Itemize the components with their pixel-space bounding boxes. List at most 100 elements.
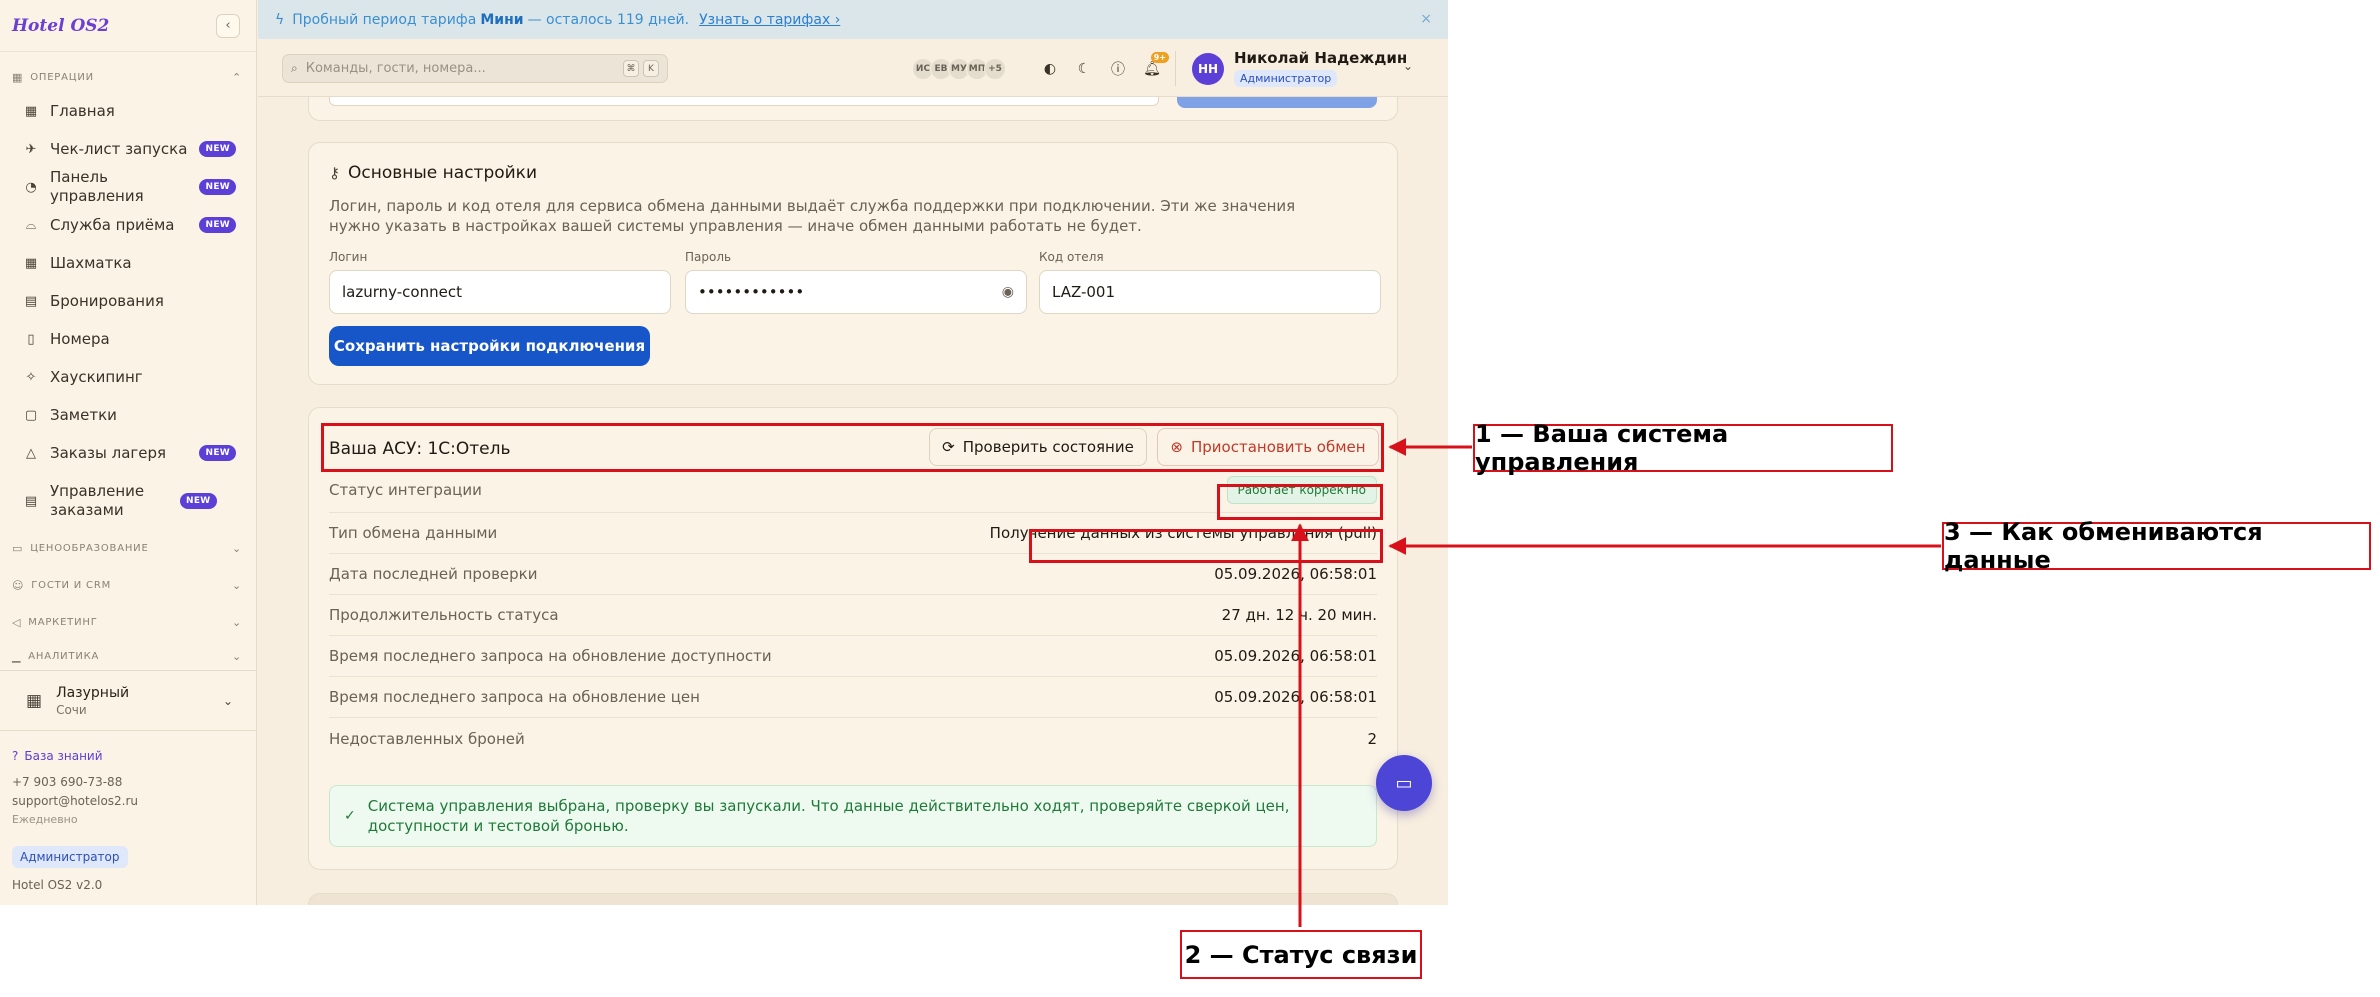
hotel-code-value: LAZ-001 [1052,283,1116,301]
sidebar-item-dashboard[interactable]: ◔ Панель управления NEW [0,168,256,206]
sidebar-item-home[interactable]: ▦ Главная [0,92,256,130]
palette-icon[interactable]: ◐ [1038,57,1062,81]
sidebar-item-label: Заметки [50,405,117,424]
app-window: Hotel OS2 ‹ ▦ ОПЕРАЦИИ ⌃ ▦ Главная ✈ Чек-ли… [0,0,1448,905]
hotel-code-label: Код отеля [1039,250,1104,264]
chart-icon: ▁ [12,649,22,663]
row-value: 05.09.2026, 06:58:01 [1214,688,1377,706]
sidebar-footer: ? База знаний +7 903 690-73-88 support@ho… [0,730,257,892]
banner-suffix: — осталось 119 дней. [527,11,690,28]
nav-group-pricing[interactable]: ▭ ЦЕНООБРАЗОВАНИЕ ⌄ [0,530,256,567]
sidebar-item-camp-orders[interactable]: △ Заказы лагеря NEW [0,434,256,472]
list-icon: ▤ [24,493,38,509]
note-icon: ▢ [24,407,38,423]
sidebar-item-chessboard[interactable]: ▦ Шахматка [0,244,256,282]
support-email[interactable]: support@hotelos2.ru [12,792,245,811]
grid-small-icon: ▦ [12,70,24,84]
info-text: Система управления выбрана, проверку вы … [367,797,1290,835]
clipboard-icon: ▤ [24,293,38,309]
next-card [308,893,1398,905]
search-input[interactable] [305,61,619,76]
login-value: lazurny-connect [342,283,462,301]
sidebar-item-launch-checklist[interactable]: ✈ Чек-лист запуска NEW [0,130,256,168]
login-field[interactable]: lazurny-connect [329,270,671,314]
nav-group-operations[interactable]: ▦ ОПЕРАЦИИ ⌃ [0,62,256,92]
user-avatar[interactable]: НН [1192,53,1224,85]
previous-button[interactable] [1177,97,1377,108]
previous-card [308,97,1398,121]
bell-service-icon: ⌓ [25,217,37,233]
sidebar-item-rooms[interactable]: ▯ Номера [0,320,256,358]
command-search[interactable]: ⌕ ⌘ K [282,54,668,83]
login-label: Логин [329,250,368,264]
kbd-cmd: ⌘ [623,60,639,77]
nav-group-guests-crm[interactable]: ☺ ГОСТИ И CRM ⌄ [0,567,256,604]
tent-icon: △ [26,445,36,461]
hotel-switcher[interactable]: ▦ Лазурный Сочи ⌄ [0,670,257,730]
users-icon: ☺ [12,579,25,592]
support-phone[interactable]: +7 903 690-73-88 [12,773,245,792]
collapse-sidebar-button[interactable]: ‹ [216,13,240,38]
password-field[interactable]: •••••••••••• ◉ [685,270,1027,314]
pms-title: Ваша АСУ: 1С:Отель [329,439,511,459]
save-connection-button[interactable]: Сохранить настройки подключения [329,326,650,366]
basic-settings-card: ⚷ Основные настройки Логин, пароль и код … [308,142,1398,385]
password-label: Пароль [685,250,732,264]
sidebar-item-order-management[interactable]: ▤ Управление заказами NEW [0,472,256,530]
trial-banner: ϟ Пробный период тарифа Мини — осталось … [258,0,1448,39]
chevron-up-icon: ⌃ [231,70,242,84]
chat-fab-button[interactable]: ▭ [1376,755,1432,811]
sidebar-item-label: Панель управления [50,168,144,205]
status-badge: Работает корректно [1226,476,1377,504]
chevron-down-icon: ⌄ [231,616,242,629]
sidebar-item-label: Управление заказами [50,482,145,519]
brand-logo[interactable]: Hotel OS2 [12,16,109,36]
nav-group-marketing[interactable]: ◁ МАРКЕТИНГ ⌄ [0,604,256,641]
nav-group-analytics[interactable]: ▁ АНАЛИТИКА ⌄ [0,641,256,671]
new-badge: NEW [199,179,236,195]
sidebar-item-housekeeping[interactable]: ✧ Хаускипинг [0,358,256,396]
main-content: ⚷ Основные настройки Логин, пароль и код … [258,97,1448,905]
row-price-request: Время последнего запроса на обновление ц… [329,677,1377,718]
pause-exchange-button[interactable]: ⊗ Приостановить обмен [1157,428,1379,466]
close-icon[interactable]: × [1420,11,1432,27]
callout-1: 1 — Ваша система управления [1473,420,1893,476]
chevron-left-icon: ‹ [225,18,231,33]
help-circle-icon: ? [12,749,19,763]
row-value: Получение данных из системы управления (… [989,524,1377,542]
presence-avatars[interactable]: ИС ЕВ МУ МП +5 [912,58,1006,80]
chat-icon: ▭ [1395,772,1413,794]
kbd-k: K [643,60,659,77]
sidebar-item-notes[interactable]: ▢ Заметки [0,396,256,434]
pricing-link[interactable]: Узнать о тарифах › [699,12,840,28]
new-badge: NEW [199,141,236,157]
previous-input[interactable] [329,97,1159,106]
password-value: •••••••••••• [698,283,805,301]
sidebar-item-label: Чек-лист запуска [50,139,188,158]
sidebar-item-label: Шахматка [50,253,132,272]
bell-icon[interactable]: 🔔︎ 9+ [1140,52,1169,81]
sidebar-item-label: Главная [50,101,115,120]
sidebar-item-bookings[interactable]: ▤ Бронирования [0,282,256,320]
sidebar-item-front-desk[interactable]: ⌓ Служба приёма NEW [0,206,256,244]
row-value: 2 [1367,729,1377,748]
user-name[interactable]: Николай Надеждин [1234,49,1407,67]
pms-integration-card: Ваша АСУ: 1С:Отель ⟳ Проверить состояние … [308,407,1398,870]
sidebar-item-label: Номера [50,329,110,348]
callout-2: 2 — Статус связи [1180,930,1422,979]
rocket-icon: ✈ [25,141,37,157]
knowledge-base-link[interactable]: ? База знаний [12,749,245,763]
settings-title-text: Основные настройки [348,163,538,183]
chevron-down-icon[interactable]: ⌄ [1403,59,1413,73]
row-undelivered: Недоставленных броней 2 [329,718,1377,759]
moon-icon[interactable]: ☾ [1072,57,1096,81]
top-header: ⌕ ⌘ K ИС ЕВ МУ МП +5 ◐ ☾ ⓘ 🔔︎9+ НН Никол… [258,39,1448,97]
check-status-button[interactable]: ⟳ Проверить состояние [929,428,1147,466]
stop-circle-icon: ⊗ [1170,438,1183,456]
row-label: Время последнего запроса на обновление д… [329,647,772,665]
eye-icon[interactable]: ◉ [1002,284,1014,300]
help-icon[interactable]: ⓘ [1106,57,1130,81]
chevron-down-icon: ⌄ [222,693,233,708]
hotel-code-field[interactable]: LAZ-001 [1039,270,1381,314]
row-exchange-type: Тип обмена данными Получение данных из с… [329,513,1377,554]
